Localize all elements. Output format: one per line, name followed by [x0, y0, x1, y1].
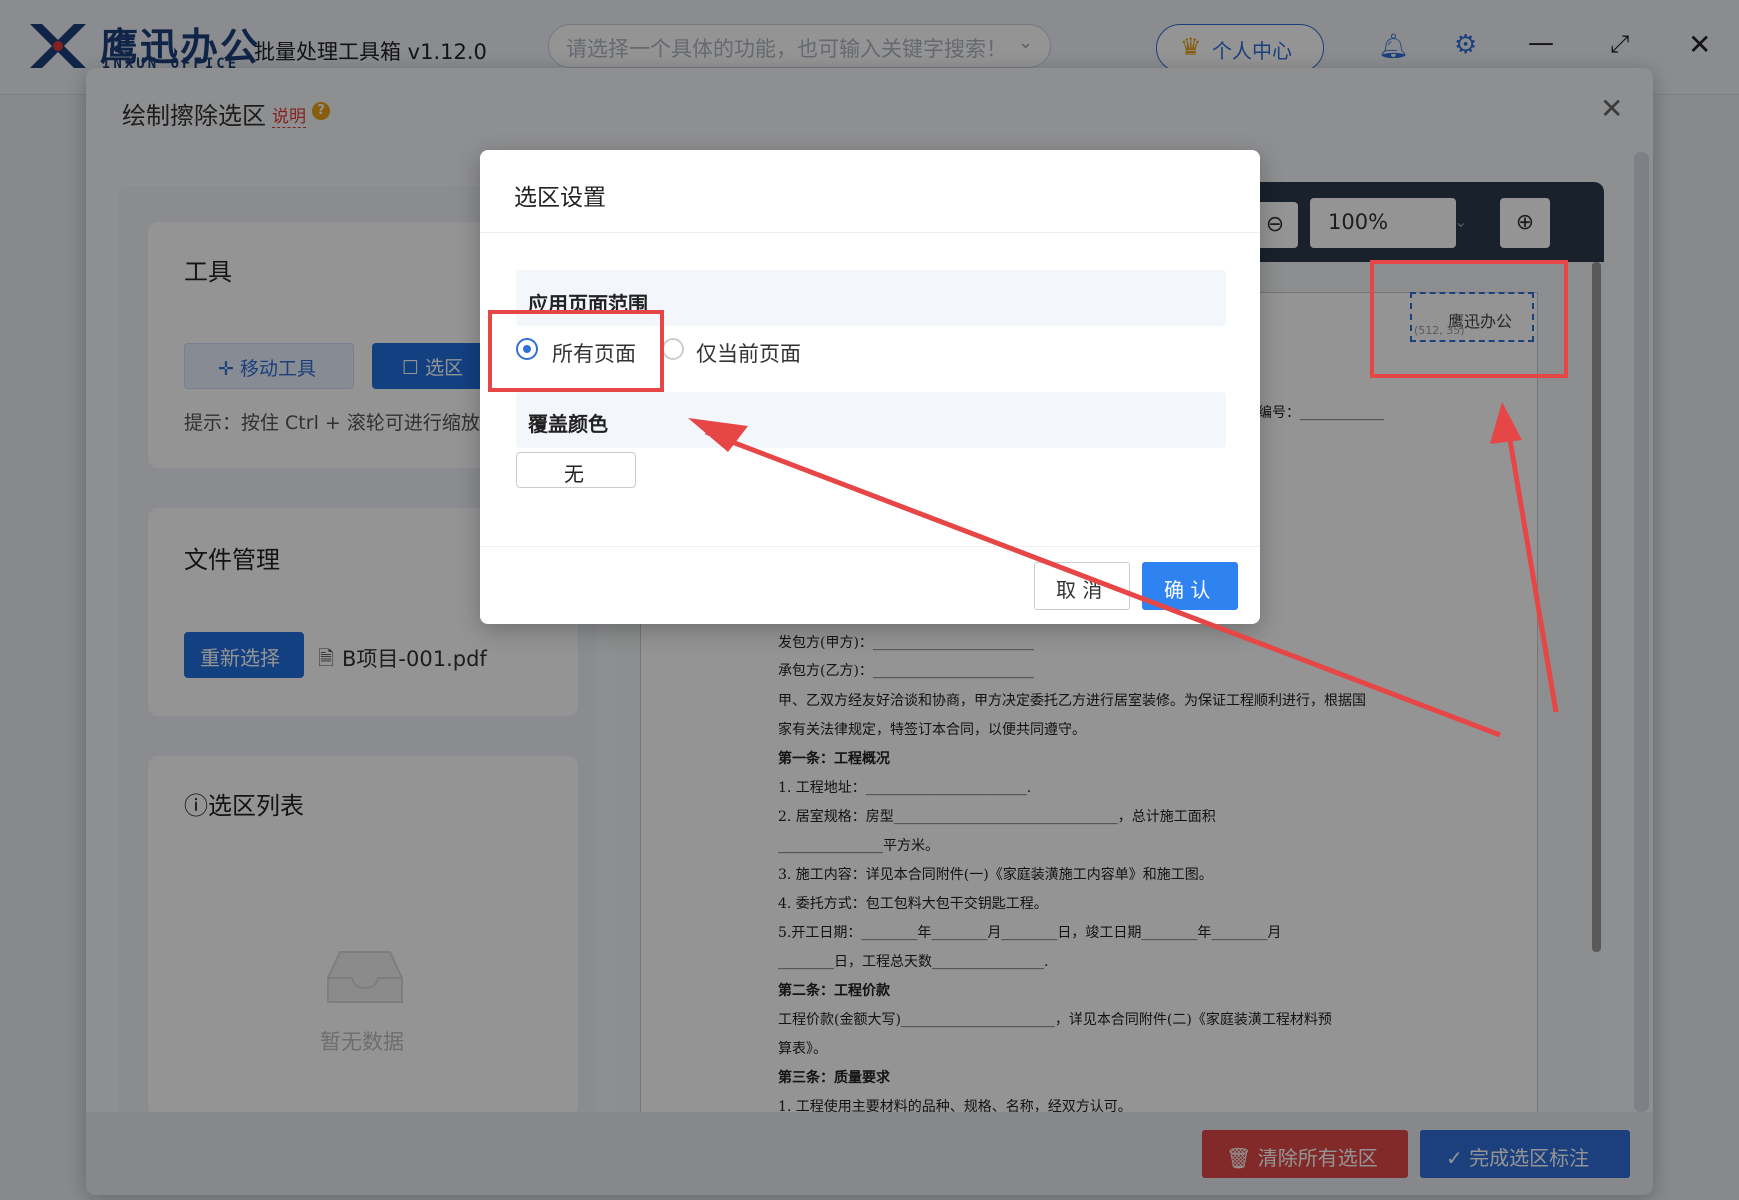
- arrow-head: [1490, 402, 1522, 444]
- annotation-arrows: [688, 402, 1559, 738]
